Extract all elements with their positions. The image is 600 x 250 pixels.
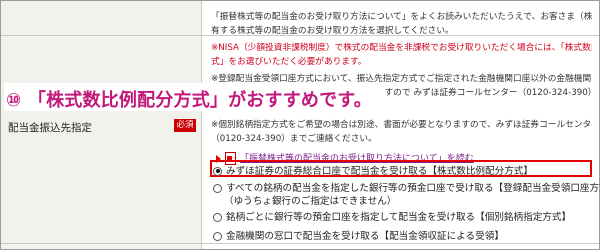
option-sub-note: （ゆうちょ銀行のご指定はできません）: [224, 196, 397, 207]
paragraph-line: 「振替株式等の配当金のお受け取り方法について」をよくお読みいただいたうえで、お客…: [211, 12, 592, 22]
option-label: みずほ証券の証券総合口座で配当金を受け取る【株式数比例配分方式】: [226, 166, 533, 177]
radio-icon[interactable]: [213, 183, 222, 193]
paragraph-line: 式」をお選びいただく必要があります。: [211, 57, 367, 67]
field-label: 配当金振込先指定: [8, 122, 92, 134]
individual-note: ※個別銘柄指定方式をご希望の場合は別途、書面が必要となりますので、みずほ証券コー…: [211, 118, 592, 146]
row-divider: [1, 243, 599, 244]
paragraph-line: 有する株式等の配当金のお受け取り方法を選択してください。: [211, 26, 454, 36]
option-individual[interactable]: 銘柄ごとに銀行等の預金口座を指定して配当金を受け取る【個別銘柄指定方式】: [213, 209, 571, 223]
paragraph-line: ※個別銘柄指定方式をご希望の場合は別途、書面が必要となりますので、みずほ証券コー…: [211, 120, 592, 130]
option-registered-account[interactable]: すべての銘柄の配当金を指定した銀行等の預金口座で受け取る【登録配当金受領口座方式…: [213, 180, 600, 194]
paragraph-line: （0120-324-390）までご連絡ください。: [211, 134, 377, 144]
radio-icon[interactable]: [213, 231, 222, 241]
radio-selected-icon[interactable]: [213, 166, 222, 176]
option-label: 銘柄ごとに銀行等の預金口座を指定して配当金を受け取る【個別銘柄指定方式】: [226, 212, 572, 223]
required-badge: 必須: [174, 119, 196, 132]
radio-icon[interactable]: [213, 212, 222, 222]
annotation-text: ⑩ 「株式数比例配分方式」がおすすめです。: [6, 90, 372, 111]
paragraph-line: ※NISA（少額投資非課税制度）で株式の配当金を非課税でお受け取りいただく場合に…: [211, 43, 592, 53]
option-label: 金融機関の窓口で配当金を受け取る【配当金領収証による受領】: [226, 231, 504, 242]
option-proportional[interactable]: みずほ証券の証券総合口座で配当金を受け取る【株式数比例配分方式】: [213, 163, 533, 177]
nisa-note: ※NISA（少額投資非課税制度）で株式の配当金を非課税でお受け取りいただく場合に…: [211, 41, 592, 69]
instructions-paragraph: 「振替株式等の配当金のお受け取り方法について」をよくお読みいただいたうえで、お客…: [211, 10, 592, 38]
option-counter[interactable]: 金融機関の窓口で配当金を受け取る【配当金領収証による受領】: [213, 228, 504, 242]
